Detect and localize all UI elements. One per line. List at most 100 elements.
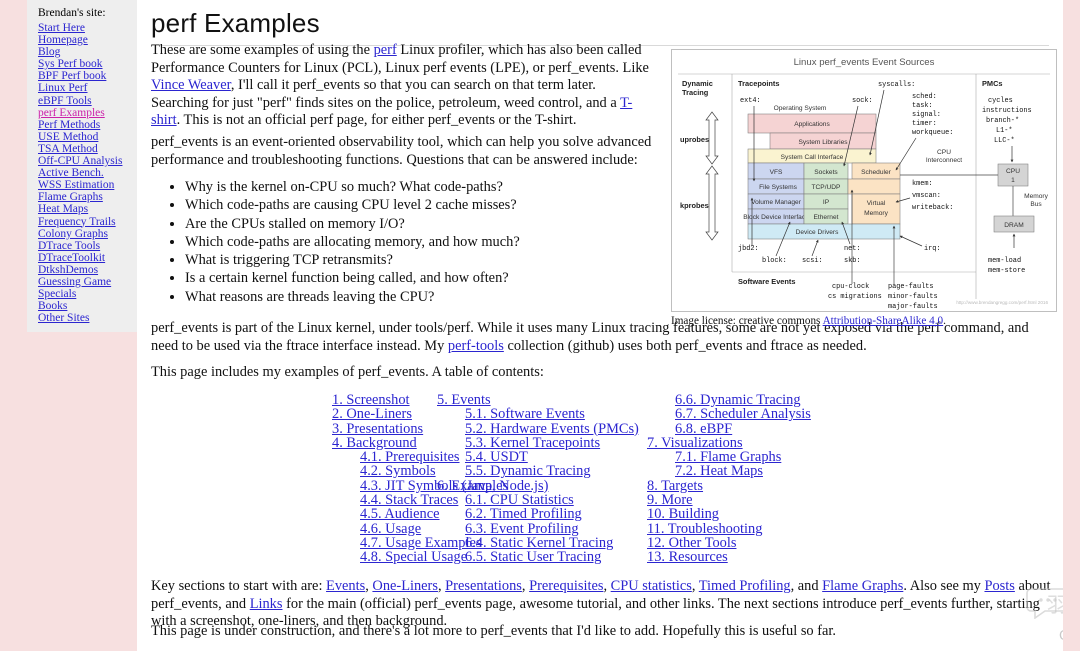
sidebar-item-guessing-game[interactable]: Guessing Game: [27, 276, 137, 288]
label-dram-box: DRAM: [1004, 222, 1023, 229]
sidebar-item-bpf-perf-book[interactable]: BPF Perf book: [27, 70, 137, 82]
sidebar-item-tsa-method[interactable]: TSA Method: [27, 143, 137, 155]
link-posts[interactable]: Posts: [984, 578, 1014, 594]
sidebar-item-flame-graphs[interactable]: Flame Graphs: [27, 191, 137, 203]
sidebar-title: Brendan's site:: [38, 7, 106, 19]
sidebar-item-blog[interactable]: Blog: [27, 46, 137, 58]
link-perf[interactable]: perf: [374, 42, 397, 58]
toc-link-12[interactable]: 12. Other Tools: [647, 536, 877, 551]
label-tcp-udp: TCP/UDP: [812, 184, 842, 191]
toc-link-10[interactable]: 10. Building: [647, 507, 877, 522]
link-one-liners[interactable]: One-Liners: [372, 578, 438, 594]
label-ext4: ext4:: [740, 97, 761, 105]
toc-link-6[interactable]: 6.6. Dynamic Tracing: [647, 393, 877, 408]
toc-link-6[interactable]: 6.1. CPU Statistics: [437, 493, 652, 508]
diagram-title: Linux perf_events Event Sources: [794, 57, 935, 68]
toc-link-6[interactable]: 6.4. Static Kernel Tracing: [437, 536, 652, 551]
page-right-margin: [1063, 0, 1080, 651]
sidebar-item-dtracetoolkit[interactable]: DTraceToolkit: [27, 252, 137, 264]
label-timer: timer:: [912, 120, 937, 128]
label-vmscan: vmscan:: [912, 192, 941, 200]
sidebar-item-other-sites[interactable]: Other Sites: [27, 312, 137, 324]
label-sched: sched:: [912, 93, 937, 101]
label-device-drivers: Device Drivers: [796, 229, 840, 236]
label-instructions: instructions: [982, 107, 1032, 115]
toc-link-6[interactable]: 6.8. eBPF: [647, 421, 877, 436]
label-scheduler: Scheduler: [861, 169, 891, 176]
link-vince-weaver[interactable]: Vince Weaver: [151, 77, 231, 93]
link-attribution-sharealike[interactable]: Attribution-ShareAlike 4.0: [823, 315, 944, 327]
toc-link-11[interactable]: 11. Troubleshooting: [647, 521, 877, 536]
label-virtual-memory-1: Virtual: [867, 200, 886, 207]
toc-link-7[interactable]: 7.2. Heat Maps: [647, 464, 877, 479]
toc-link-6[interactable]: 6. Examples: [437, 478, 652, 493]
toc-link-6[interactable]: 6.7. Scheduler Analysis: [647, 407, 877, 422]
toc-intro-paragraph: This page includes my examples of perf_e…: [151, 364, 544, 380]
toc-link-8[interactable]: 8. Targets: [647, 478, 877, 493]
sidebar-item-linux-perf[interactable]: Linux Perf: [27, 82, 137, 94]
question-list: Why is the kernel on-CPU so much? What c…: [151, 178, 690, 306]
question-list-item: What is triggering TCP retransmits?: [185, 251, 690, 269]
label-sockets: Sockets: [814, 169, 838, 176]
label-cpu-interconnect-2: Interconnect: [926, 157, 962, 164]
link-prerequisites[interactable]: Prerequisites: [529, 578, 603, 594]
label-irq: irq:: [924, 245, 941, 253]
p5-text-2: . Also see my: [903, 578, 985, 594]
label-syscalls: syscalls:: [878, 81, 915, 89]
link-cpu-statistics[interactable]: CPU statistics: [611, 578, 692, 594]
link-flame-graphs[interactable]: Flame Graphs: [822, 578, 903, 594]
toc-link-9[interactable]: 9. More: [647, 493, 877, 508]
link-links[interactable]: Links: [250, 596, 283, 612]
toc-link-6[interactable]: 6.2. Timed Profiling: [437, 507, 652, 522]
link-events[interactable]: Events: [326, 578, 365, 594]
sidebar-item-wss-estimation[interactable]: WSS Estimation: [27, 179, 137, 191]
link-timed-profiling[interactable]: Timed Profiling: [699, 578, 791, 594]
toc-link-5[interactable]: 5.1. Software Events: [437, 407, 652, 422]
sidebar-item-ebpf-tools[interactable]: eBPF Tools: [27, 95, 137, 107]
intro-paragraph: These are some examples of using the per…: [151, 42, 656, 130]
toc-link-5[interactable]: 5. Events: [437, 393, 652, 408]
toc-link-5[interactable]: 5.4. USDT: [437, 450, 652, 465]
sidebar-item-books[interactable]: Books: [27, 300, 137, 312]
toc-link-5[interactable]: 5.3. Kernel Tracepoints: [437, 436, 652, 451]
sidebar-item-frequency-trails[interactable]: Frequency Trails: [27, 216, 137, 228]
question-list-item: Which code-paths are causing CPU level 2…: [185, 196, 690, 214]
sidebar-item-specials[interactable]: Specials: [27, 288, 137, 300]
label-cs-migrations: cs migrations: [828, 293, 882, 301]
label-l1: L1-*: [996, 127, 1013, 135]
sidebar-item-sys-perf-book[interactable]: Sys Perf book: [27, 58, 137, 70]
sidebar-item-active-bench[interactable]: Active Bench.: [27, 167, 137, 179]
label-pmcs: PMCs: [982, 79, 1003, 88]
sidebar-item-perf-methods[interactable]: Perf Methods: [27, 119, 137, 131]
label-virtual-memory-2: Memory: [864, 210, 889, 217]
label-applications: Applications: [794, 121, 830, 128]
label-operating-system: Operating System: [774, 105, 827, 112]
toc-link-6[interactable]: 6.5. Static User Tracing: [437, 550, 652, 565]
toc-link-6[interactable]: 6.3. Event Profiling: [437, 521, 652, 536]
link-perf-tools[interactable]: perf-tools: [448, 338, 504, 354]
sidebar-item-start-here[interactable]: Start Here: [27, 22, 137, 34]
label-memory-bus-2: Bus: [1030, 201, 1042, 208]
label-volume-manager: Volume Manager: [751, 199, 802, 206]
toc-link-5[interactable]: 5.5. Dynamic Tracing: [437, 464, 652, 479]
link-presentations[interactable]: Presentations: [445, 578, 522, 594]
label-system-libraries: System Libraries: [798, 139, 848, 146]
question-list-item: Is a certain kernel function being calle…: [185, 269, 690, 287]
p1-text-1: These are some examples of using the: [151, 42, 374, 58]
toc-link-5[interactable]: 5.2. Hardware Events (PMCs): [437, 421, 652, 436]
label-block: block:: [762, 257, 787, 265]
sidebar-item-dtrace-tools[interactable]: DTrace Tools: [27, 240, 137, 252]
sidebar-item-dtkshdemos[interactable]: DtkshDemos: [27, 264, 137, 276]
under-construction-paragraph: This page is under construction, and the…: [151, 623, 836, 639]
sidebar-item-homepage[interactable]: Homepage: [27, 34, 137, 46]
toc-link-13[interactable]: 13. Resources: [647, 550, 877, 565]
toc-link-7[interactable]: 7.1. Flame Graphs: [647, 450, 877, 465]
sidebar-item-off-cpu-analysis[interactable]: Off-CPU Analysis: [27, 155, 137, 167]
label-task: task:: [912, 102, 933, 110]
sidebar-item-perf-examples[interactable]: perf Examples: [27, 107, 137, 119]
sidebar-item-use-method[interactable]: USE Method: [27, 131, 137, 143]
toc-link-7[interactable]: 7. Visualizations: [647, 436, 877, 451]
label-vfs: VFS: [770, 169, 783, 176]
sidebar-item-heat-maps[interactable]: Heat Maps: [27, 203, 137, 215]
sidebar-item-colony-graphs[interactable]: Colony Graphs: [27, 228, 137, 240]
